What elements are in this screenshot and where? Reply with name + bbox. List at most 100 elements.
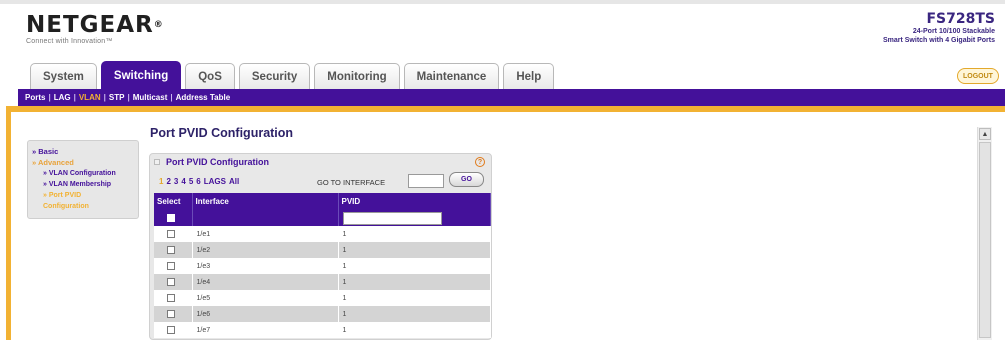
vertical-scrollbar[interactable]: ▲ (977, 127, 992, 340)
interface-pager: 1 2 3 4 5 6 LAGS All (159, 177, 239, 186)
subnav-lag[interactable]: LAG (51, 93, 74, 102)
row-pvid: 1 (338, 290, 491, 306)
select-all-checkbox[interactable] (167, 214, 175, 222)
subnav-address-table[interactable]: Address Table (173, 93, 234, 102)
row-checkbox[interactable] (167, 230, 175, 238)
logo-registered: ® (153, 20, 164, 30)
tab-help[interactable]: Help (503, 63, 555, 89)
row-select-cell (154, 322, 193, 338)
header-interface: Interface (192, 193, 339, 210)
page-link-all[interactable]: All (229, 177, 239, 186)
select-all-cell (154, 210, 193, 226)
logo-text: NETGEAR (26, 12, 154, 38)
tab-system[interactable]: System (30, 63, 97, 89)
right-margin (997, 112, 1005, 340)
row-select-cell (154, 290, 193, 306)
side-menu-advanced[interactable]: » Advanced (28, 157, 138, 168)
subnav-ports[interactable]: Ports (22, 93, 48, 102)
model-info: FS728TS 24-Port 10/100 Stackable Smart S… (883, 12, 995, 45)
side-menu: » Basic » Advanced » VLAN Configuration … (27, 140, 139, 219)
row-checkbox[interactable] (167, 294, 175, 302)
scroll-up-arrow-icon[interactable]: ▲ (979, 128, 991, 140)
edit-interface-cell (192, 210, 339, 226)
subnav-multicast[interactable]: Multicast (130, 93, 171, 102)
table-row: 1/e1 1 (154, 226, 491, 242)
tab-monitoring[interactable]: Monitoring (314, 63, 400, 89)
side-menu-port-pvid[interactable]: » Port PVID (28, 190, 138, 201)
row-checkbox[interactable] (167, 326, 175, 334)
side-menu-vlan-configuration[interactable]: » VLAN Configuration (28, 168, 138, 179)
row-select-cell (154, 258, 193, 274)
pvid-input[interactable] (342, 211, 442, 225)
tab-maintenance[interactable]: Maintenance (403, 63, 500, 89)
sub-navigation: Ports | LAG | VLAN | STP | Multicast | Addres… (18, 89, 1005, 106)
edit-pvid-cell (338, 210, 491, 226)
page-link-lags[interactable]: LAGS (204, 177, 226, 186)
logo-tagline: Connect with Innovation™ (26, 38, 113, 45)
tab-qos[interactable]: QoS (185, 63, 235, 89)
table-row: 1/e5 1 (154, 290, 491, 306)
row-checkbox[interactable] (167, 246, 175, 254)
row-interface: 1/e3 (192, 258, 339, 274)
collapse-icon[interactable] (154, 159, 160, 165)
row-pvid: 1 (338, 242, 491, 258)
row-select-cell (154, 226, 193, 242)
page-title: Port PVID Configuration (150, 126, 294, 140)
row-select-cell (154, 306, 193, 322)
logout-button[interactable]: LOGOUT (957, 68, 999, 84)
pvid-panel: Port PVID Configuration ? 1 2 3 4 5 6 LA… (149, 153, 492, 340)
accent-bar (6, 106, 1005, 112)
subnav-stp[interactable]: STP (106, 93, 128, 102)
logo-wordmark: NETGEAR® (26, 12, 164, 38)
row-select-cell (154, 242, 193, 258)
row-pvid: 1 (338, 258, 491, 274)
tab-switching[interactable]: Switching (100, 61, 182, 89)
row-checkbox[interactable] (167, 262, 175, 270)
netgear-logo[interactable]: NETGEAR® Connect with Innovation™ (26, 12, 164, 45)
table-header-row: Select Interface PVID (154, 193, 491, 210)
help-icon[interactable]: ? (475, 157, 485, 167)
table-row: 1/e3 1 (154, 258, 491, 274)
row-pvid: 1 (338, 306, 491, 322)
model-desc-line2: Smart Switch with 4 Gigabit Ports (882, 37, 995, 44)
row-pvid: 1 (338, 274, 491, 290)
header-select: Select (154, 193, 193, 210)
go-button[interactable]: GO (449, 172, 484, 187)
row-checkbox[interactable] (167, 310, 175, 318)
row-select-cell (154, 274, 193, 290)
row-interface: 1/e2 (192, 242, 339, 258)
model-desc-line1: 24-Port 10/100 Stackable (912, 28, 995, 35)
scroll-thumb[interactable] (979, 142, 991, 338)
page-link-4[interactable]: 4 (181, 177, 185, 186)
row-interface: 1/e4 (192, 274, 339, 290)
left-accent-rail (6, 106, 11, 340)
page-link-3[interactable]: 3 (174, 177, 178, 186)
page-link-1[interactable]: 1 (159, 177, 163, 186)
page-link-2[interactable]: 2 (166, 177, 170, 186)
row-checkbox[interactable] (167, 278, 175, 286)
table-edit-row (154, 210, 491, 226)
page-link-5[interactable]: 5 (189, 177, 193, 186)
main-tabs: System Switching QoS Security Monitoring… (30, 61, 555, 89)
table-row: 1/e2 1 (154, 242, 491, 258)
side-menu-vlan-membership[interactable]: » VLAN Membership (28, 179, 138, 190)
model-name: FS728TS (926, 11, 995, 27)
side-menu-port-pvid-continued[interactable]: Configuration (28, 201, 138, 212)
goto-interface-label: GO TO INTERFACE (317, 178, 386, 187)
pvid-table: Select Interface PVID 1/e1 1 1/e2 1 1/e3… (154, 193, 491, 338)
goto-interface-input[interactable] (408, 174, 444, 188)
table-row: 1/e4 1 (154, 274, 491, 290)
row-interface: 1/e5 (192, 290, 339, 306)
side-menu-basic[interactable]: » Basic (28, 146, 138, 157)
top-border (0, 0, 1005, 4)
page-link-6[interactable]: 6 (196, 177, 200, 186)
row-pvid: 1 (338, 226, 491, 242)
table-row: 1/e6 1 (154, 306, 491, 322)
row-interface: 1/e1 (192, 226, 339, 242)
row-interface: 1/e6 (192, 306, 339, 322)
panel-title: Port PVID Configuration (166, 157, 269, 167)
header-pvid: PVID (338, 193, 491, 210)
table-row: 1/e7 1 (154, 322, 491, 338)
tab-security[interactable]: Security (238, 63, 311, 89)
subnav-vlan[interactable]: VLAN (76, 93, 104, 102)
